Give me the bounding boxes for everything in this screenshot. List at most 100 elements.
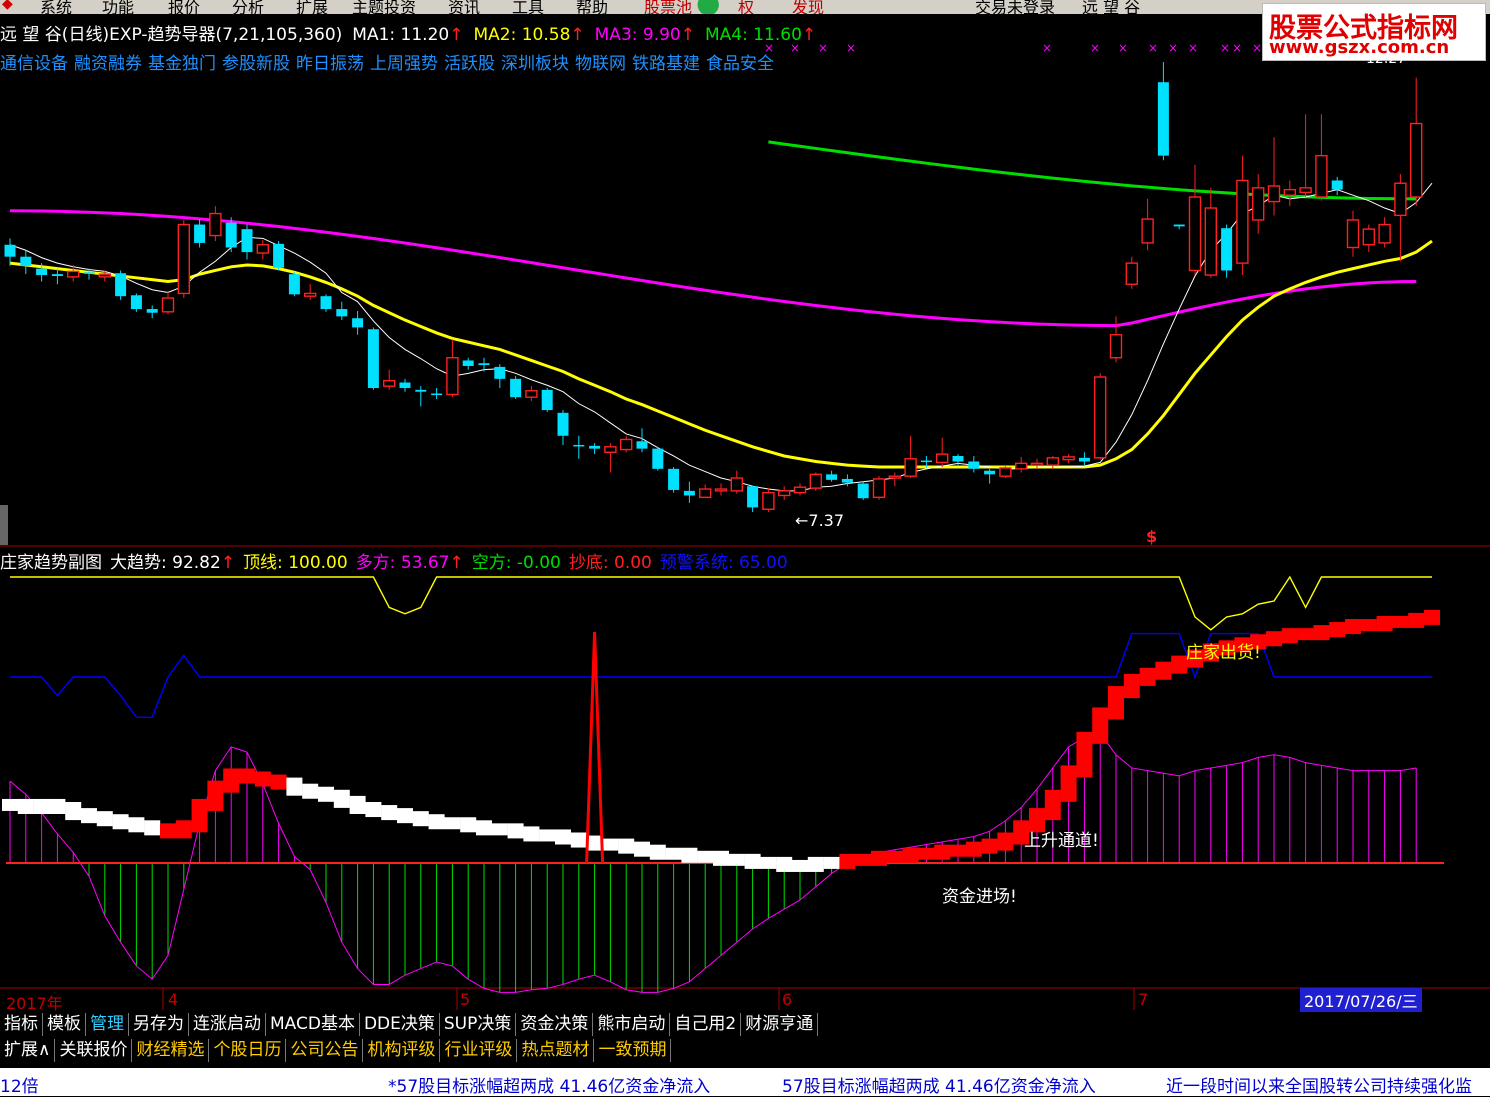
candle-body xyxy=(1078,457,1090,462)
candle-body xyxy=(652,448,664,469)
trend-block xyxy=(1108,686,1124,720)
trend-block xyxy=(697,850,714,863)
trend-block xyxy=(444,817,461,830)
ticker-news-3[interactable]: 近一段时间以来全国股转公司持续强化监 xyxy=(1166,1072,1472,1097)
tab-institution-rating[interactable]: 机构评级 xyxy=(363,1039,441,1062)
tab-related-quote[interactable]: 关联报价 xyxy=(55,1039,133,1062)
trend-block xyxy=(1281,628,1298,644)
tab-sup[interactable]: SUP决策 xyxy=(440,1013,517,1036)
candle-body xyxy=(1267,185,1281,203)
trend-block xyxy=(17,798,34,814)
candle-body xyxy=(841,478,853,483)
trend-block xyxy=(65,802,82,821)
signal-dot: × xyxy=(1252,41,1262,55)
top-line-value: 顶线: 100.00 xyxy=(243,553,348,573)
ma7-line xyxy=(9,182,1433,492)
trend-block xyxy=(934,844,951,860)
signal-dot: × xyxy=(1148,41,1158,55)
big-trend-value: 大趋势: 92.82↑ xyxy=(110,553,235,573)
tab-self-use[interactable]: 自己用2 xyxy=(670,1013,742,1036)
candle-body xyxy=(604,446,617,454)
trend-block xyxy=(681,847,698,863)
candle-body xyxy=(446,357,459,396)
tab-hot-topics[interactable]: 热点题材 xyxy=(517,1039,595,1062)
ticker-news-2[interactable]: 57股目标涨幅超两成 41.46亿资金净流入 xyxy=(782,1072,1096,1097)
candle-body xyxy=(336,309,348,317)
trend-block xyxy=(1123,673,1140,699)
trend-block xyxy=(918,847,935,860)
tab-macd[interactable]: MACD基本 xyxy=(266,1013,360,1036)
signal-dot: × xyxy=(846,41,856,55)
tab-consensus[interactable]: 一致预期 xyxy=(594,1039,672,1062)
candle-body xyxy=(367,329,379,389)
trend-block xyxy=(886,850,903,863)
trend-block xyxy=(1266,631,1282,647)
candle-body xyxy=(161,297,175,313)
tab-industry-rating[interactable]: 行业评级 xyxy=(440,1039,518,1062)
tab-template[interactable]: 模板 xyxy=(43,1013,86,1036)
candle-body xyxy=(304,292,317,297)
candle-body xyxy=(478,363,490,366)
candle-body xyxy=(857,483,869,499)
trend-block xyxy=(1297,628,1314,641)
trend-block xyxy=(144,820,161,836)
candle-body xyxy=(793,486,807,494)
trend-block xyxy=(239,768,255,784)
ticker-news-1[interactable]: *57股目标涨幅超两成 41.46亿资金净流入 xyxy=(388,1072,710,1097)
tab-stock-calendar[interactable]: 个股日历 xyxy=(209,1039,287,1062)
tab-announcement[interactable]: 公司公告 xyxy=(286,1039,364,1062)
candle-body xyxy=(66,270,80,278)
tab-indicator[interactable]: 指标 xyxy=(0,1013,43,1036)
candle-body xyxy=(256,244,269,254)
sub-indicator-name[interactable]: 庄家趋势副图 xyxy=(0,553,102,573)
trend-block xyxy=(523,826,540,842)
candle-body xyxy=(714,488,728,492)
candle-body xyxy=(1125,262,1139,285)
tab-consecutive-rise[interactable]: 连涨启动 xyxy=(189,1013,266,1036)
current-date-label: 2017/07/26/三 xyxy=(1300,988,1422,1012)
trend-block xyxy=(634,841,650,857)
date-month-6: 6 xyxy=(782,990,793,1009)
tab-manage[interactable]: 管理 xyxy=(86,1013,129,1036)
arrow-up-icon: ↑ xyxy=(449,553,464,573)
candle-body xyxy=(1046,457,1060,466)
candle-body xyxy=(1030,462,1044,466)
tab-save-as[interactable]: 另存为 xyxy=(129,1013,189,1036)
tab-dde[interactable]: DDE决策 xyxy=(360,1013,440,1036)
trend-block xyxy=(254,771,271,787)
trend-block xyxy=(618,838,635,854)
candle-body xyxy=(415,389,427,392)
tab-wealth[interactable]: 财源亨通 xyxy=(741,1013,819,1036)
trend-block xyxy=(286,777,303,796)
candle-body xyxy=(999,467,1012,477)
tab-capital[interactable]: 资金决策 xyxy=(516,1013,594,1036)
candle-body xyxy=(209,212,222,237)
trend-block xyxy=(1329,622,1346,638)
tab-bear-start[interactable]: 熊市启动 xyxy=(593,1013,671,1036)
trend-block xyxy=(1345,619,1361,635)
candle-body xyxy=(541,389,553,411)
candle-body xyxy=(1331,180,1343,190)
trend-block xyxy=(823,856,840,869)
trend-block xyxy=(270,774,287,790)
trend-block xyxy=(96,811,113,827)
candle-body xyxy=(1315,154,1328,198)
candle-body xyxy=(589,445,601,449)
candle-body xyxy=(872,478,886,499)
candle-body xyxy=(1394,182,1407,217)
tab-expand[interactable]: 扩展∧ xyxy=(0,1039,56,1062)
signal-dot: × xyxy=(1188,41,1198,55)
candle-body xyxy=(177,223,191,295)
candle-body xyxy=(115,273,127,297)
date-month-7: 7 xyxy=(1138,990,1149,1009)
trend-block xyxy=(839,853,856,869)
candle-body xyxy=(778,490,791,497)
trend-block xyxy=(902,847,919,863)
candle-body xyxy=(83,272,95,274)
info-tabs: 扩展∧ 关联报价 财经精选 个股日历 公司公告 机构评级 行业评级 热点题材 一致预期 xyxy=(0,1039,1490,1064)
candle-body xyxy=(51,274,63,276)
candle-body xyxy=(1221,228,1233,271)
tab-finance-picks[interactable]: 财经精选 xyxy=(132,1039,210,1062)
candle-body xyxy=(1251,187,1265,221)
candle-body xyxy=(20,256,32,266)
